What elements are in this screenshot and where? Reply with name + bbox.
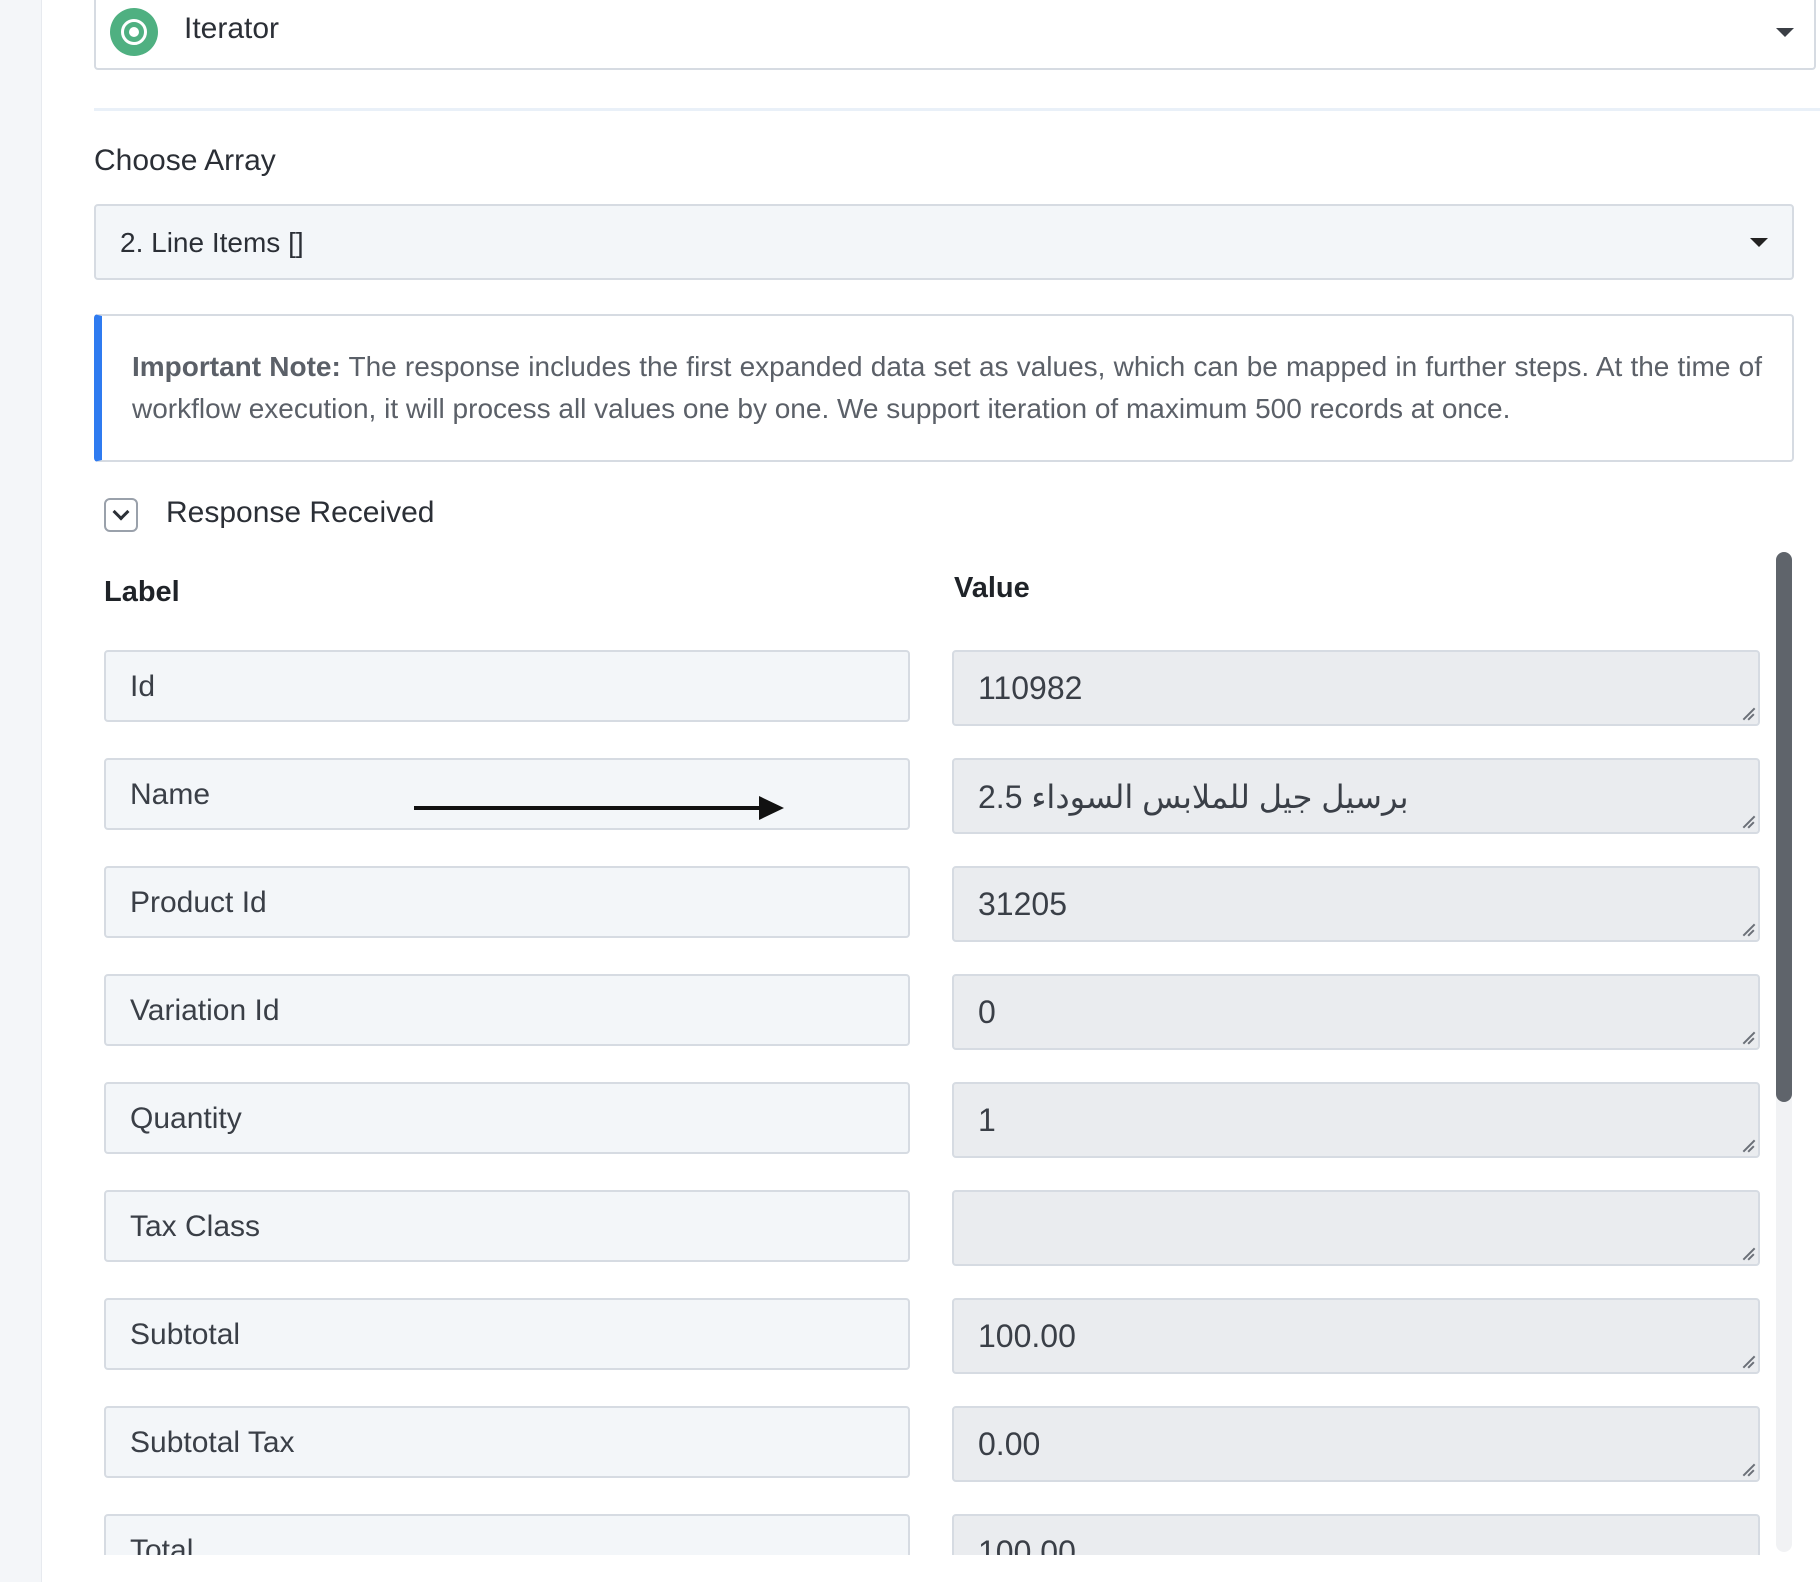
value-field[interactable]: 0.00 (952, 1406, 1760, 1482)
left-rail (0, 0, 42, 1582)
value-field[interactable]: 110982 (952, 650, 1760, 726)
label-field[interactable]: Subtotal (104, 1298, 910, 1370)
value-field[interactable]: 31205 (952, 866, 1760, 942)
resize-grip-icon[interactable] (1741, 1247, 1755, 1261)
resize-grip-icon[interactable] (1741, 815, 1755, 829)
label-field[interactable]: Product Id (104, 866, 910, 938)
response-row: Tax Class (104, 1190, 1764, 1268)
note-text: The response includes the first expanded… (132, 351, 1762, 424)
value-field[interactable]: 1 (952, 1082, 1760, 1158)
note-title: Important Note: (132, 351, 341, 382)
value-field[interactable]: 0 (952, 974, 1760, 1050)
collapse-toggle-icon[interactable] (104, 498, 138, 532)
resize-grip-icon[interactable] (1741, 923, 1755, 937)
chevron-down-icon[interactable] (1750, 238, 1768, 247)
app-selector[interactable]: Iterator (94, 0, 1816, 70)
response-row: Id 110982 (104, 650, 1764, 728)
label-field[interactable]: Subtotal Tax (104, 1406, 910, 1478)
response-row: Subtotal 100.00 (104, 1298, 1764, 1376)
label-field[interactable]: Variation Id (104, 974, 910, 1046)
arrow-right-icon (414, 796, 784, 820)
label-field[interactable]: Tax Class (104, 1190, 910, 1262)
response-row: Variation Id 0 (104, 974, 1764, 1052)
resize-grip-icon[interactable] (1741, 707, 1755, 721)
value-column-header: Value (954, 572, 1030, 604)
iterator-icon (110, 8, 158, 56)
response-received-label: Response Received (166, 496, 435, 529)
response-row: Subtotal Tax 0.00 (104, 1406, 1764, 1484)
label-field[interactable]: Id (104, 650, 910, 722)
label-field[interactable]: Quantity (104, 1082, 910, 1154)
value-field[interactable]: 100.00 (952, 1298, 1760, 1374)
section-divider (94, 108, 1820, 111)
value-field[interactable]: برسيل جيل للملابس السوداء 2.5 (952, 758, 1760, 834)
choose-array-select[interactable]: 2. Line Items [] (94, 204, 1794, 280)
choose-array-value: 2. Line Items [] (120, 227, 304, 258)
resize-grip-icon[interactable] (1741, 1139, 1755, 1153)
resize-grip-icon[interactable] (1741, 1031, 1755, 1045)
app-name: Iterator (184, 12, 280, 45)
label-field[interactable]: Total (104, 1514, 910, 1555)
chevron-down-icon[interactable] (1776, 28, 1794, 37)
important-note: Important Note: The response includes th… (94, 314, 1794, 462)
label-field[interactable]: Name (104, 758, 910, 830)
choose-array-label: Choose Array (94, 144, 276, 177)
response-row: Product Id 31205 (104, 866, 1764, 944)
scrollbar-thumb[interactable] (1776, 552, 1792, 1102)
label-column-header: Label (104, 576, 180, 608)
response-row: Total 100.00 (104, 1514, 1764, 1555)
response-row: Name برسيل جيل للملابس السوداء 2.5 (104, 758, 1764, 836)
resize-grip-icon[interactable] (1741, 1463, 1755, 1477)
resize-grip-icon[interactable] (1741, 1355, 1755, 1369)
value-field[interactable]: 100.00 (952, 1514, 1760, 1555)
response-row: Quantity 1 (104, 1082, 1764, 1160)
response-rows: Id 110982 Name برسيل جيل للملابس السوداء… (104, 650, 1764, 1555)
value-field[interactable] (952, 1190, 1760, 1266)
